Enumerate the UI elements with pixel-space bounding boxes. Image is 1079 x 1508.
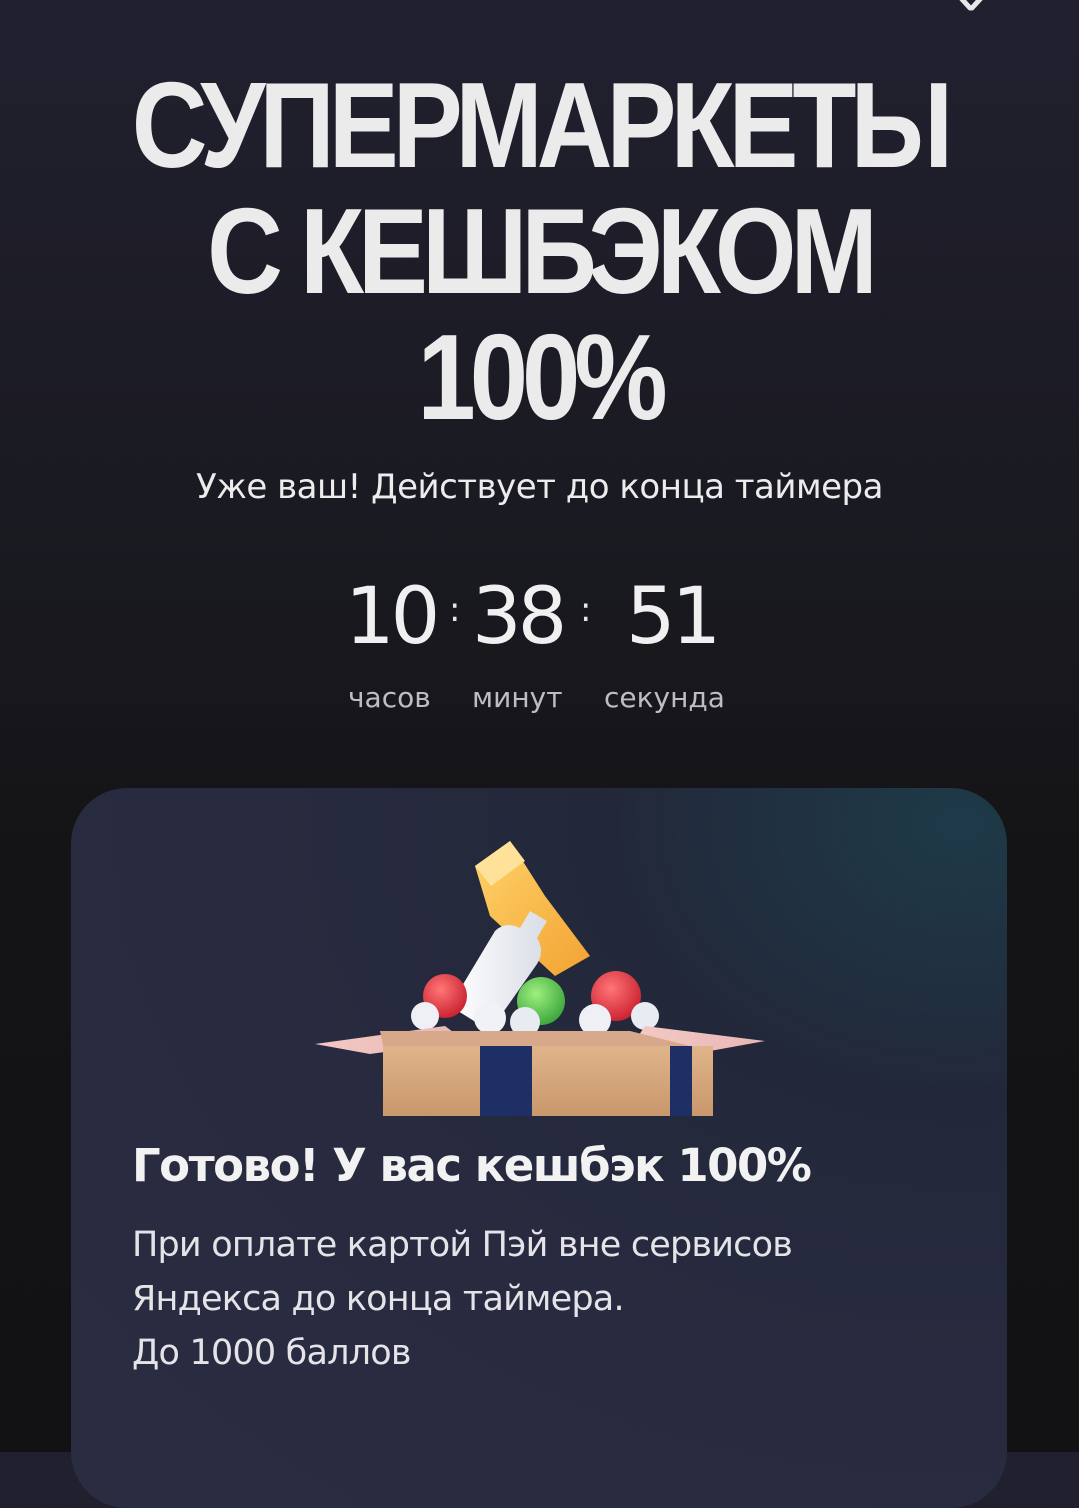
card-description: При оплате картой Пэй вне сервисов Яндек…: [132, 1218, 952, 1380]
timer-separator: :: [580, 590, 592, 630]
promo-subtitle: Уже ваш! Действует до конца таймера: [196, 467, 883, 507]
headline-line-3: 100%: [417, 309, 667, 445]
card-title: Готово! У вас кешбэк 100%: [132, 1139, 812, 1192]
headline-line-2: С КЕШБЭКОМ: [207, 183, 878, 319]
card-description-line: При оплате картой Пэй вне сервисов: [132, 1225, 793, 1265]
promo-headline: СУПЕРМАРКЕТЫ С КЕШБЭКОМ 100%: [76, 62, 1004, 440]
close-icon: [959, 0, 983, 11]
grocery-box-illustration: [315, 841, 765, 1116]
timer-seconds: 51: [626, 572, 721, 662]
timer-separator: :: [449, 590, 461, 630]
card-description-line: До 1000 баллов: [132, 1333, 412, 1373]
timer-minutes-label: минут: [472, 681, 563, 714]
cashback-card: Готово! У вас кешбэк 100% При оплате кар…: [71, 788, 1007, 1508]
timer-minutes: 38: [472, 572, 567, 662]
close-button[interactable]: [940, 0, 1002, 18]
countdown-timer: 10 : 38 : 51 часов минут секунда: [0, 570, 1079, 720]
timer-hours: 10: [345, 572, 440, 662]
timer-hours-label: часов: [348, 681, 431, 714]
card-description-line: Яндекса до конца таймера.: [132, 1279, 625, 1319]
headline-line-1: СУПЕРМАРКЕТЫ: [131, 57, 953, 193]
timer-seconds-label: секунда: [604, 681, 725, 714]
